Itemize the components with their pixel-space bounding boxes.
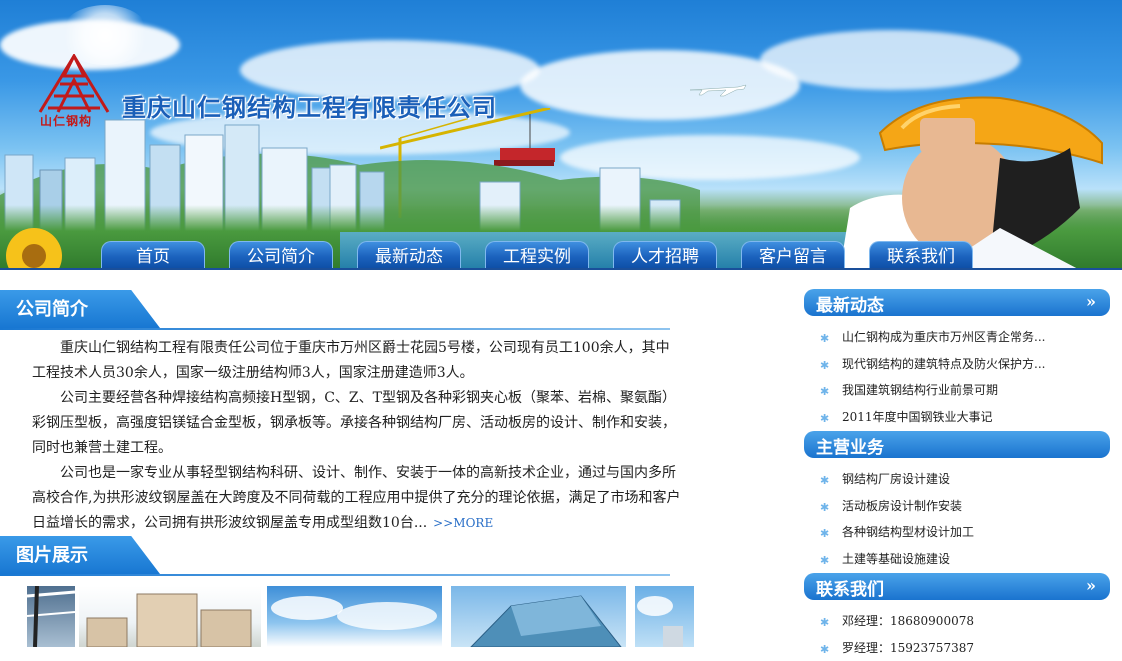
apartment-photo [79, 586, 261, 647]
business-title: 主营业务 [816, 433, 884, 458]
business-header: 主营业务 [804, 431, 1110, 458]
gallery-photo[interactable] [79, 586, 261, 647]
gallery-title: 图片展示 [16, 541, 88, 567]
gallery-photo[interactable] [635, 586, 694, 647]
news-item-label: 山仁钢构成为重庆市万州区青企常务... [842, 330, 1045, 344]
steel-frame-photo [27, 586, 75, 647]
news-header: 最新动态 » [804, 289, 1110, 316]
contact-item: ✱ 罗经理：15923757387 [820, 635, 1110, 661]
sunflower-icon [0, 222, 70, 270]
nav-contact[interactable]: 联系我们 [869, 241, 973, 269]
gallery-photo[interactable] [27, 586, 75, 647]
cloud [760, 30, 1020, 90]
business-item-label: 各种钢结构型材设计加工 [842, 525, 974, 539]
intro-paragraph-text: 公司也是一家专业从事轻型钢结构科研、设计、制作、安装于一体的高新技术企业，通过与… [32, 465, 680, 531]
news-item[interactable]: ✱ 山仁钢构成为重庆市万州区青企常务... [820, 324, 1110, 351]
nav-careers[interactable]: 人才招聘 [613, 241, 717, 269]
contact-header: 联系我们 » [804, 573, 1110, 600]
star-bullet-icon: ✱ [820, 503, 830, 513]
star-bullet-icon: ✱ [820, 476, 830, 486]
gallery-header-line [0, 574, 670, 576]
nav-projects[interactable]: 工程实例 [485, 241, 589, 269]
banner-bottom-rule [0, 268, 1122, 270]
airplane-icon [688, 78, 748, 98]
gallery-photo[interactable] [267, 586, 442, 647]
business-item[interactable]: ✱ 土建等基础设施建设 [820, 546, 1110, 573]
business-item[interactable]: ✱ 各种钢结构型材设计加工 [820, 519, 1110, 546]
business-item-label: 钢结构厂房设计建设 [842, 472, 950, 486]
contact-item-label: 邓经理：18680900078 [842, 614, 974, 628]
more-link[interactable]: >>MORE [433, 516, 493, 530]
news-item-label: 我国建筑钢结构行业前景可期 [842, 383, 998, 397]
news-item[interactable]: ✱ 现代钢结构的建筑特点及防火保护方... [820, 351, 1110, 378]
intro-paragraph: 公司也是一家专业从事轻型钢结构科研、设计、制作、安装于一体的高新技术企业，通过与… [32, 461, 682, 536]
main-nav: 首页 公司简介 最新动态 工程实例 人才招聘 客户留言 联系我们 [101, 241, 1001, 269]
star-bullet-icon: ✱ [820, 556, 830, 566]
intro-text: 重庆山仁钢结构工程有限责任公司位于重庆市万州区爵士花园5号楼，公司现有员工100… [32, 336, 682, 536]
contact-item-label: 罗经理：15923757387 [842, 641, 974, 655]
glass-tower-photo [451, 586, 626, 647]
contact-list: ✱ 邓经理：18680900078 ✱ 罗经理：15923757387 [820, 608, 1110, 661]
star-bullet-icon: ✱ [820, 414, 830, 424]
news-item-label: 现代钢结构的建筑特点及防火保护方... [842, 357, 1045, 371]
intro-title: 公司简介 [16, 295, 88, 321]
photo-gallery [27, 586, 694, 647]
contact-more-arrow-icon[interactable]: » [1086, 576, 1096, 595]
contact-title: 联系我们 [816, 575, 884, 600]
intro-header-line [0, 328, 670, 330]
intro-paragraph: 重庆山仁钢结构工程有限责任公司位于重庆市万州区爵士花园5号楼，公司现有员工100… [32, 336, 682, 386]
nav-about[interactable]: 公司简介 [229, 241, 333, 269]
star-bullet-icon: ✱ [820, 645, 830, 655]
intro-paragraph: 公司主要经营各种焊接结构高频接H型钢，C、Z、T型钢及各种彩钢夹心板（聚苯、岩棉… [32, 386, 682, 461]
company-name: 重庆山仁钢结构工程有限责任公司 [122, 88, 497, 123]
sky-photo [267, 586, 442, 647]
logo-text: 山仁钢构 [40, 112, 92, 129]
star-bullet-icon: ✱ [820, 529, 830, 539]
business-item[interactable]: ✱ 活动板房设计制作安装 [820, 493, 1110, 520]
star-bullet-icon: ✱ [820, 618, 830, 628]
gallery-section-header: 图片展示 [0, 536, 670, 574]
star-bullet-icon: ✱ [820, 361, 830, 371]
star-bullet-icon: ✱ [820, 387, 830, 397]
news-title: 最新动态 [816, 291, 884, 316]
star-bullet-icon: ✱ [820, 334, 830, 344]
news-more-arrow-icon[interactable]: » [1086, 292, 1096, 311]
business-list: ✱ 钢结构厂房设计建设 ✱ 活动板房设计制作安装 ✱ 各种钢结构型材设计加工 ✱ 土建等… [820, 466, 1110, 572]
nav-home[interactable]: 首页 [101, 241, 205, 269]
nav-news[interactable]: 最新动态 [357, 241, 461, 269]
news-list: ✱ 山仁钢构成为重庆市万州区青企常务... ✱ 现代钢结构的建筑特点及防火保护方..… [820, 324, 1110, 430]
building-photo [635, 586, 694, 647]
news-item[interactable]: ✱ 我国建筑钢结构行业前景可期 [820, 377, 1110, 404]
nav-guestbook[interactable]: 客户留言 [741, 241, 845, 269]
business-item-label: 土建等基础设施建设 [842, 552, 950, 566]
gallery-photo[interactable] [451, 586, 626, 647]
business-item[interactable]: ✱ 钢结构厂房设计建设 [820, 466, 1110, 493]
news-item[interactable]: ✱ 2011年度中国钢铁业大事记 [820, 404, 1110, 431]
header-banner: 山仁钢构 重庆山仁钢结构工程有限责任公司 首页 公司简介 最新动态 工程实例 人… [0, 0, 1122, 270]
news-item-label: 2011年度中国钢铁业大事记 [842, 410, 993, 424]
business-item-label: 活动板房设计制作安装 [842, 499, 962, 513]
contact-item: ✱ 邓经理：18680900078 [820, 608, 1110, 635]
intro-section-header: 公司简介 [0, 290, 670, 328]
